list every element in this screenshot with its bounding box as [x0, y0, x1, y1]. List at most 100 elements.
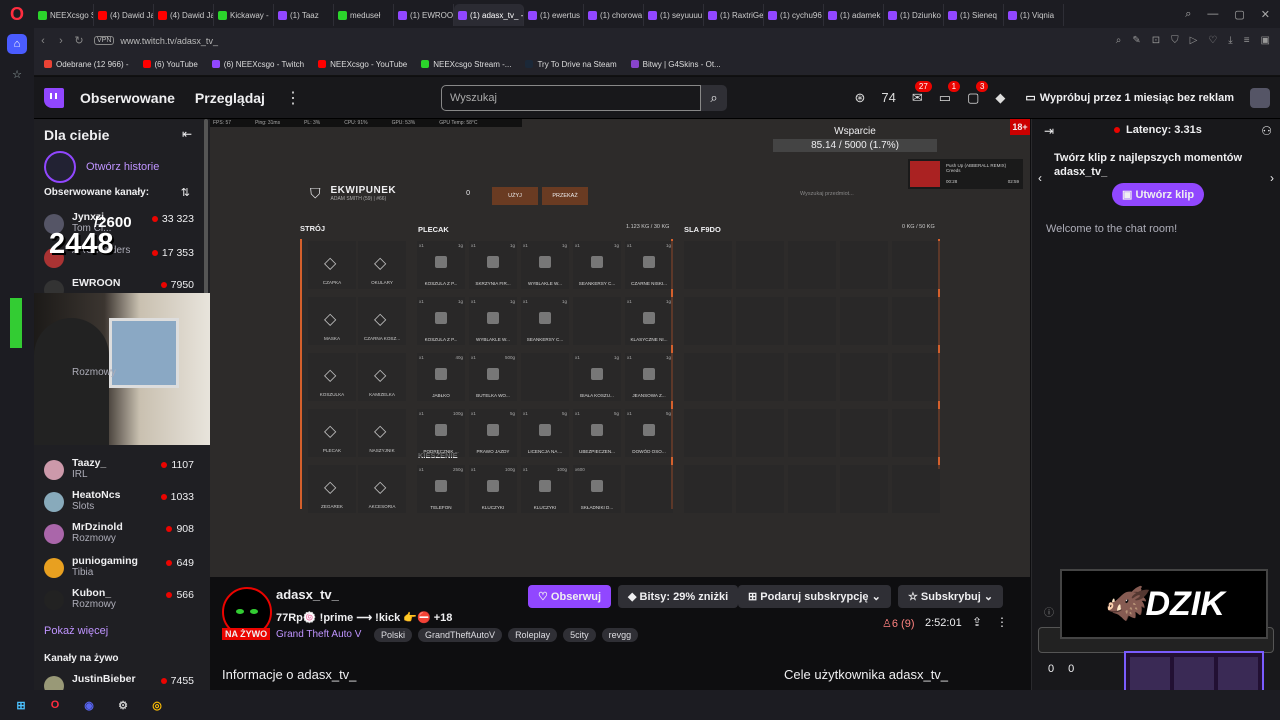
inventory-slot[interactable]: x1 5g PRAWO JAZDY	[469, 409, 517, 457]
inventory-slot[interactable]	[625, 465, 673, 513]
zoom-icon[interactable]: ⌕	[1116, 35, 1122, 46]
browser-tab[interactable]: Kickaway -	[214, 4, 274, 26]
notifications-icon[interactable]: ▢ 3	[967, 80, 989, 106]
inventory-slot[interactable]: x1 100g KLUCZYKI	[469, 465, 517, 513]
inventory-slot[interactable]: x1 1g JEANSOWA Z...	[625, 353, 673, 401]
browser-tab[interactable]: (1) EWROO	[394, 4, 454, 26]
browser-tab[interactable]: (1) RaxtriGe	[704, 4, 764, 26]
collapse-chat-icon[interactable]: ⇥	[1044, 124, 1054, 138]
play-icon[interactable]: ▷	[1190, 35, 1198, 46]
inventory-slot[interactable]: x1 1g SEANKERSY C...	[573, 241, 621, 289]
inventory-slot[interactable]	[736, 241, 784, 289]
gear-slot[interactable]: ◇ OKULARY	[358, 241, 406, 289]
home-icon[interactable]: ⌂	[7, 34, 27, 54]
inventory-slot[interactable]: x1 1g WYBLAKLE W...	[469, 297, 517, 345]
follow-button[interactable]: ♡ Obserwuj	[528, 585, 612, 608]
opera-logo-icon[interactable]: O	[0, 0, 34, 28]
chevron-left-icon[interactable]: ‹	[1038, 171, 1042, 185]
gear-slot[interactable]: ◇ CZARNA KOSZ...	[358, 297, 406, 345]
points-icon[interactable]: 74	[881, 90, 895, 105]
inventory-slot[interactable]	[684, 409, 732, 457]
browser-tab[interactable]: (4) Dawid Ja	[154, 4, 214, 26]
inventory-slot[interactable]: x1 1g KOSZULA Z P...	[417, 297, 465, 345]
browser-tab[interactable]: (1) Sieneq	[944, 4, 1004, 26]
bookmark-item[interactable]: Try To Drive na Steam	[525, 60, 617, 69]
inventory-slot[interactable]	[684, 465, 732, 513]
inventory-slot[interactable]	[736, 297, 784, 345]
inventory-slot[interactable]: x1 1g SKRZYNIA FIR...	[469, 241, 517, 289]
inventory-slot[interactable]	[521, 353, 569, 401]
minimize-icon[interactable]: —	[1207, 8, 1218, 21]
stream-tag[interactable]: 5city	[563, 628, 596, 642]
inventory-slot[interactable]: x1 500g BUTELKA WO...	[469, 353, 517, 401]
info-icon[interactable]: ⓘ	[1044, 604, 1054, 619]
menu-icon[interactable]: ≡	[1244, 35, 1250, 46]
open-history[interactable]: Otwórz historie	[44, 151, 159, 183]
whispers-icon[interactable]: ▭ 1	[939, 80, 961, 106]
inventory-slot[interactable]: x1 40g JABŁKO	[417, 353, 465, 401]
maximize-icon[interactable]: ▢	[1234, 8, 1244, 21]
browser-tab[interactable]: (1) Viqnia	[1004, 4, 1064, 26]
inventory-slot[interactable]: x1 5g UBEZPIECZEN...	[573, 409, 621, 457]
collapse-icon[interactable]: ⇤	[182, 127, 192, 141]
sort-icon[interactable]: ⇅	[181, 186, 190, 199]
followed-channel-item[interactable]: puniogaming Tibia 649	[44, 555, 194, 589]
followed-channel-item[interactable]: HeatoNcs Slots 1033	[44, 489, 194, 523]
inventory-slot[interactable]	[684, 297, 732, 345]
give-button[interactable]: PRZEKAŻ	[542, 187, 588, 205]
inventory-slot[interactable]	[892, 409, 940, 457]
browser-tab[interactable]: (1) Dziunko	[884, 4, 944, 26]
inventory-slot[interactable]: x1 5g LICENCJA NA ...	[521, 409, 569, 457]
inventory-slot[interactable]: x1 1g CZARNE NISKI...	[625, 241, 673, 289]
inventory-slot[interactable]	[788, 409, 836, 457]
bookmark-item[interactable]: Bitwy | G4Skins - Ot...	[630, 60, 721, 69]
search-input[interactable]: Wyszukaj	[440, 84, 701, 111]
stream-tag[interactable]: GrandTheftAutoV	[418, 628, 503, 642]
url-field[interactable]: www.twitch.tv/adasx_tv_	[120, 36, 218, 46]
inventory-slot[interactable]	[892, 297, 940, 345]
edit-icon[interactable]: ✎	[1132, 35, 1140, 46]
browser-tab[interactable]: (1) adasx_tv_ -	[454, 4, 524, 26]
inventory-slot[interactable]	[736, 465, 784, 513]
back-icon[interactable]: ‹	[34, 35, 52, 47]
search-tabs-icon[interactable]: ⌕	[1185, 8, 1191, 21]
browser-tab[interactable]: (1) seyuuuu	[644, 4, 704, 26]
inventory-slot[interactable]: x1 250g TELEFON	[417, 465, 465, 513]
inventory-slot[interactable]: x1 100g PODRĘCZNIK ...	[417, 409, 465, 457]
inventory-slot[interactable]	[840, 353, 888, 401]
inventory-slot[interactable]	[840, 465, 888, 513]
stream-tag[interactable]: Polski	[374, 628, 413, 642]
inventory-slot[interactable]	[684, 353, 732, 401]
subscribe-button[interactable]: ☆ Subskrybuj ⌄	[898, 585, 1004, 608]
inventory-slot[interactable]: x1 100g KLUCZYKI	[521, 465, 569, 513]
nav-following[interactable]: Obserwowane	[80, 90, 175, 106]
snapshot-icon[interactable]: ⊡	[1152, 35, 1160, 46]
inventory-slot[interactable]	[736, 353, 784, 401]
gear-slot[interactable]: ◇ KAMIZELKA	[358, 353, 406, 401]
followed-channel-item[interactable]: Taazy_ IRL 1107	[44, 457, 194, 491]
bookmark-item[interactable]: (6) YouTube	[142, 60, 198, 69]
shield-icon[interactable]: ⛉	[1171, 35, 1179, 46]
gear-slot[interactable]: ◇ KOSZULKA	[308, 353, 356, 401]
more-icon[interactable]: ⋮	[285, 88, 301, 108]
points-value[interactable]: 0	[1048, 663, 1054, 675]
browser-tab[interactable]: (1) adamek	[824, 4, 884, 26]
gear-slot[interactable]: ◇ CZAPKA	[308, 241, 356, 289]
reload-icon[interactable]: ↻	[70, 34, 88, 47]
show-more-link[interactable]: Pokaż więcej	[44, 625, 108, 637]
streamer-name[interactable]: adasx_tv_	[276, 587, 339, 602]
bookmark-item[interactable]: NEEXcsgo - YouTube	[318, 60, 407, 69]
inventory-slot[interactable]: x1 1g SEANKERSY C...	[521, 297, 569, 345]
twitch-logo-icon[interactable]	[44, 87, 64, 108]
create-clip-button[interactable]: ▣ Utwórz klip	[1112, 183, 1205, 206]
browser-tab[interactable]: meduseł	[334, 4, 394, 26]
heart-icon[interactable]: ♡	[1208, 35, 1217, 46]
inventory-slot[interactable]	[788, 465, 836, 513]
inventory-slot[interactable]	[892, 353, 940, 401]
vpn-badge[interactable]: VPN	[94, 36, 115, 45]
inventory-slot[interactable]	[788, 297, 836, 345]
star-icon[interactable]: ☆	[7, 64, 27, 84]
bookmark-item[interactable]: (6) NEEXcsgo - Twitch	[211, 60, 304, 69]
browser-tab[interactable]: (4) Dawid Ja	[94, 4, 154, 26]
video-player[interactable]: FPS: 57 Ping: 31ms PL: 3% CPU: 91% GPU: 53% G…	[210, 119, 1030, 577]
